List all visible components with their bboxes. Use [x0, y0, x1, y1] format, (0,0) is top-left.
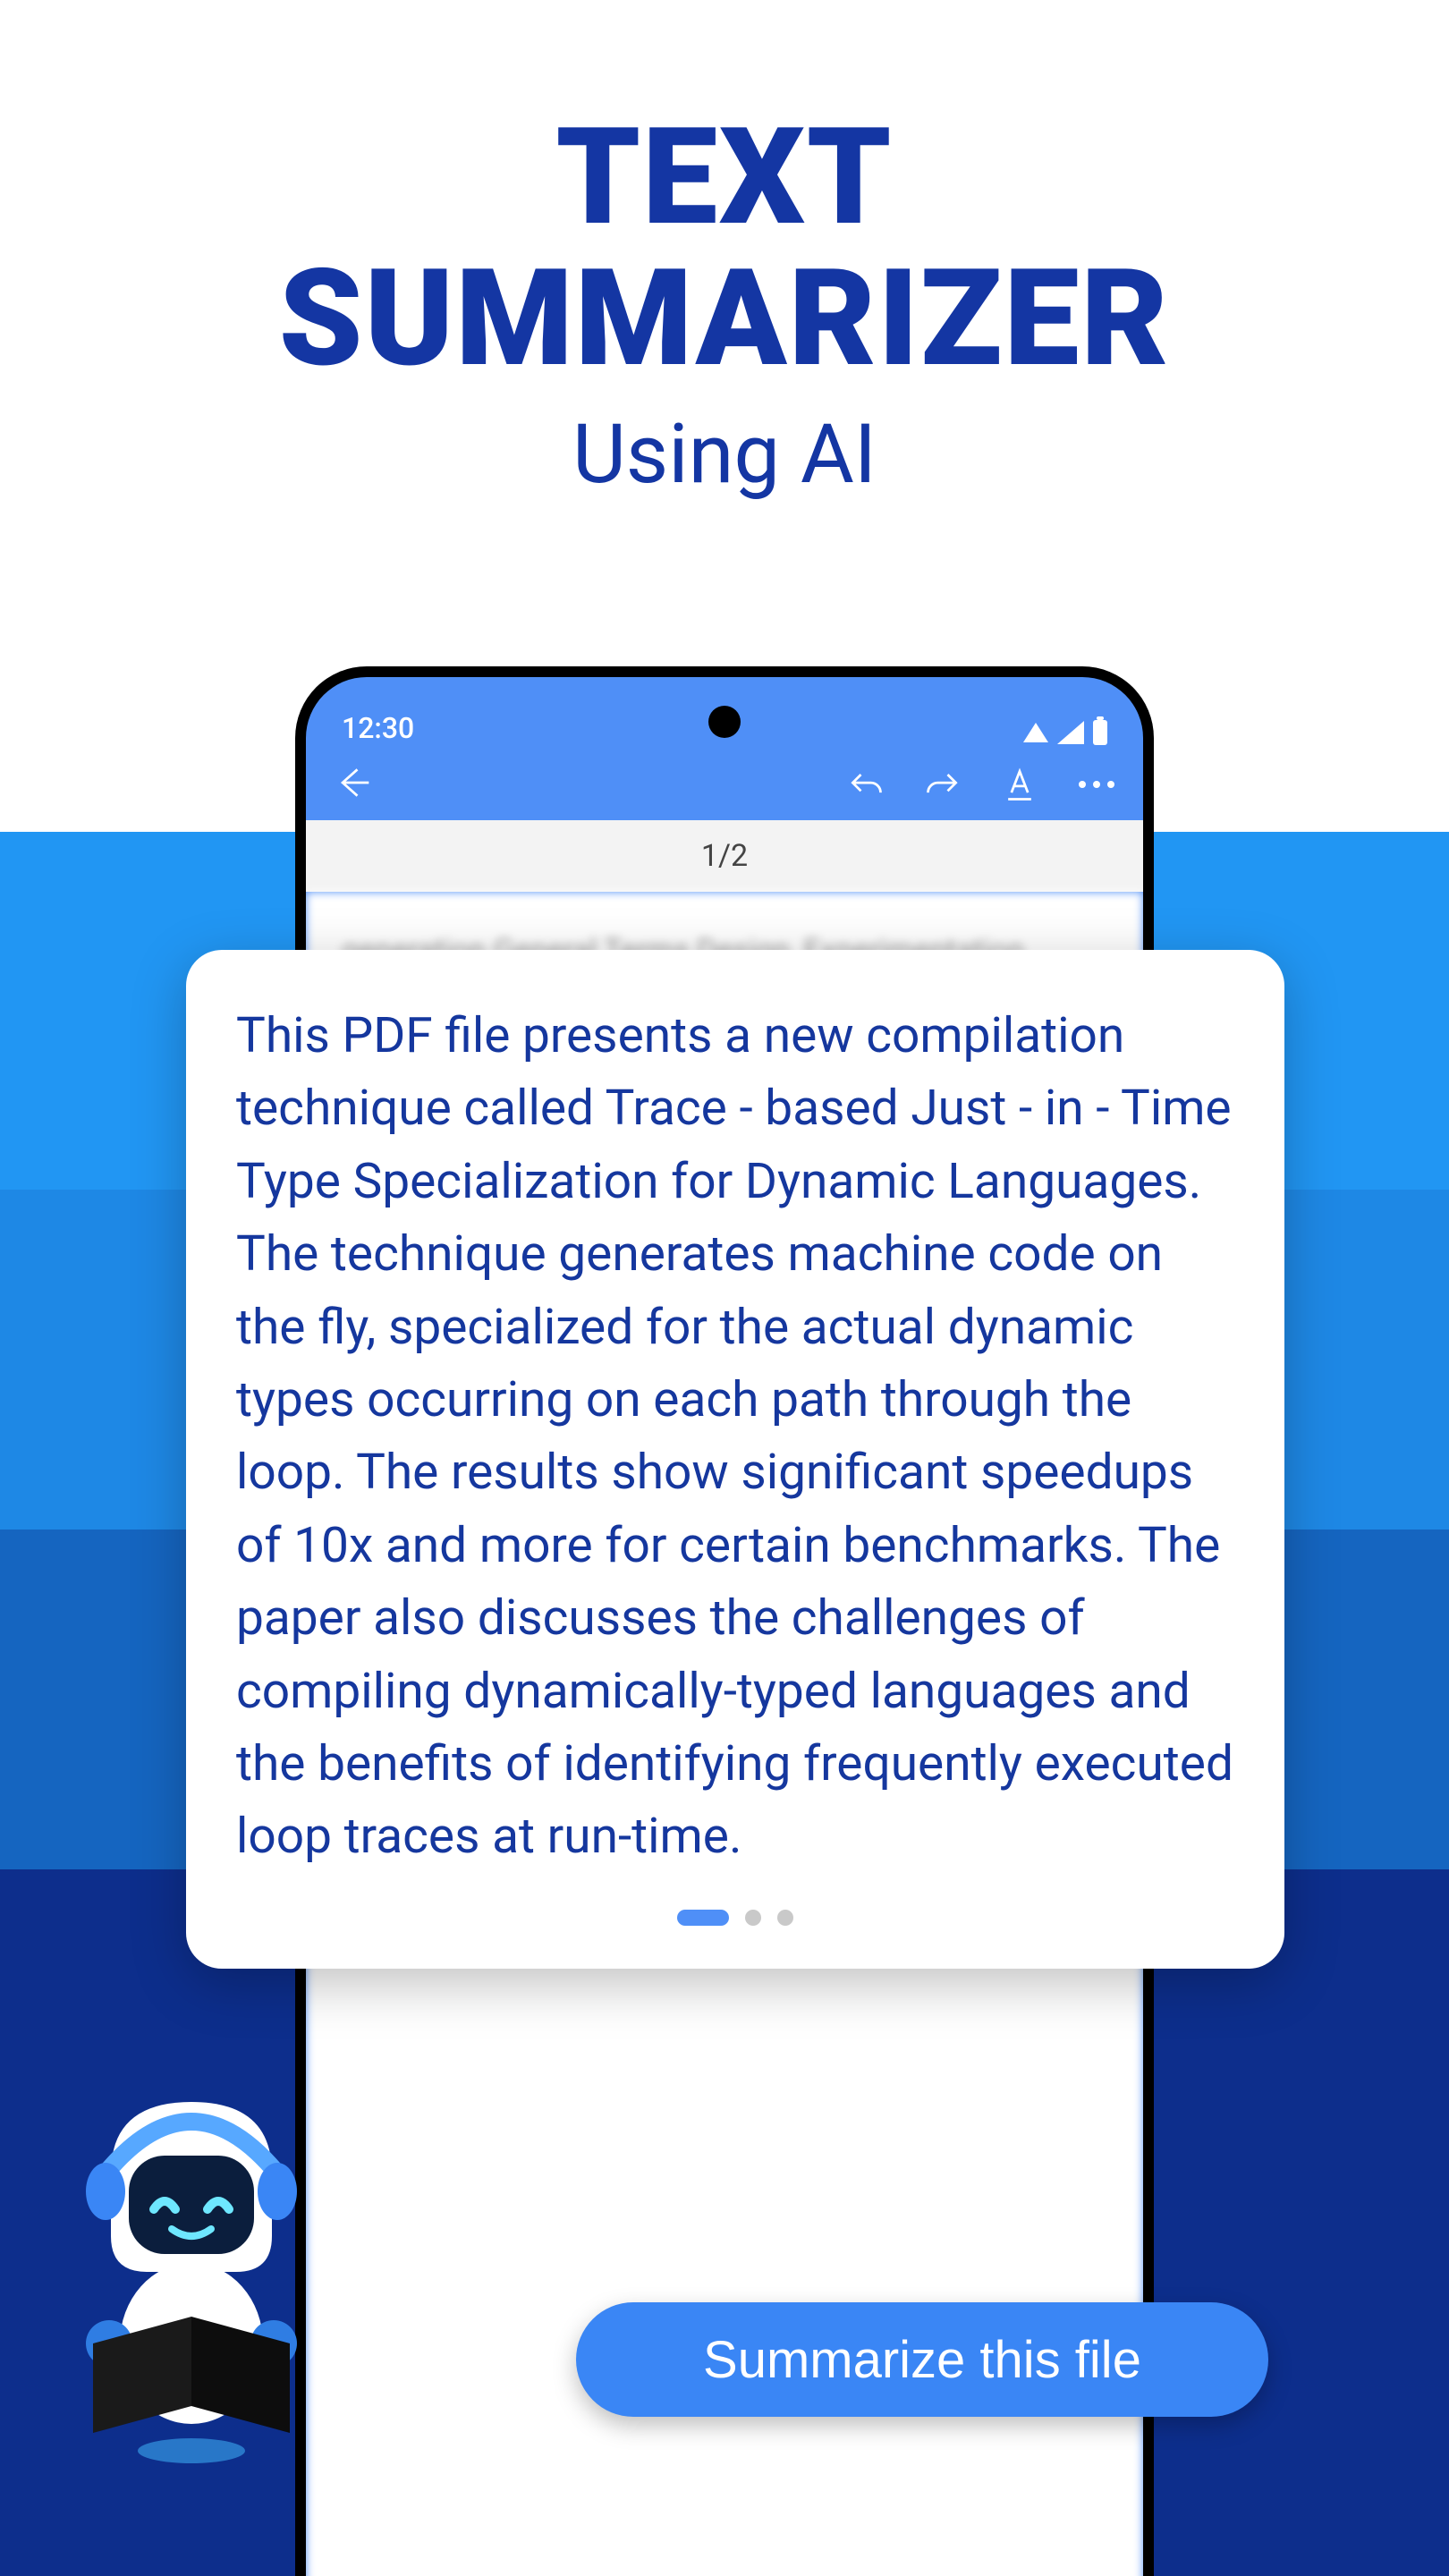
back-icon[interactable] [333, 763, 372, 802]
app-toolbar [306, 749, 1143, 820]
pager-dot-active[interactable] [677, 1910, 729, 1926]
pager-dot-2[interactable] [745, 1910, 761, 1926]
hero-title-line1: TEXT [556, 98, 894, 256]
hero: TEXT SUMMARIZER Using AI [0, 0, 1449, 503]
summarize-button-label: Summarize this file [703, 2330, 1141, 2390]
battery-icon [1093, 720, 1107, 745]
hero-title: TEXT SUMMARIZER [0, 107, 1449, 389]
status-time: 12:30 [342, 711, 414, 745]
redo-icon[interactable] [923, 765, 962, 804]
summary-text: This PDF file presents a new compilation… [236, 1000, 1234, 1874]
robot-mascot-icon [57, 2075, 326, 2469]
text-style-icon[interactable] [1000, 765, 1039, 804]
hero-title-line2: SUMMARIZER [279, 240, 1171, 397]
undo-icon[interactable] [846, 765, 886, 804]
summary-pager [236, 1910, 1234, 1926]
more-icon[interactable] [1077, 765, 1116, 804]
summary-card: This PDF file presents a new compilation… [186, 950, 1284, 1969]
page-indicator: 1/2 [306, 820, 1143, 892]
front-camera [708, 706, 741, 738]
page-indicator-text: 1/2 [701, 838, 748, 874]
wifi-icon [1023, 723, 1048, 742]
pager-dot-3[interactable] [777, 1910, 793, 1926]
status-system-icons [1023, 720, 1107, 745]
signal-icon [1057, 721, 1084, 744]
hero-subtitle: Using AI [0, 407, 1449, 503]
summarize-button[interactable]: Summarize this file [576, 2302, 1268, 2417]
